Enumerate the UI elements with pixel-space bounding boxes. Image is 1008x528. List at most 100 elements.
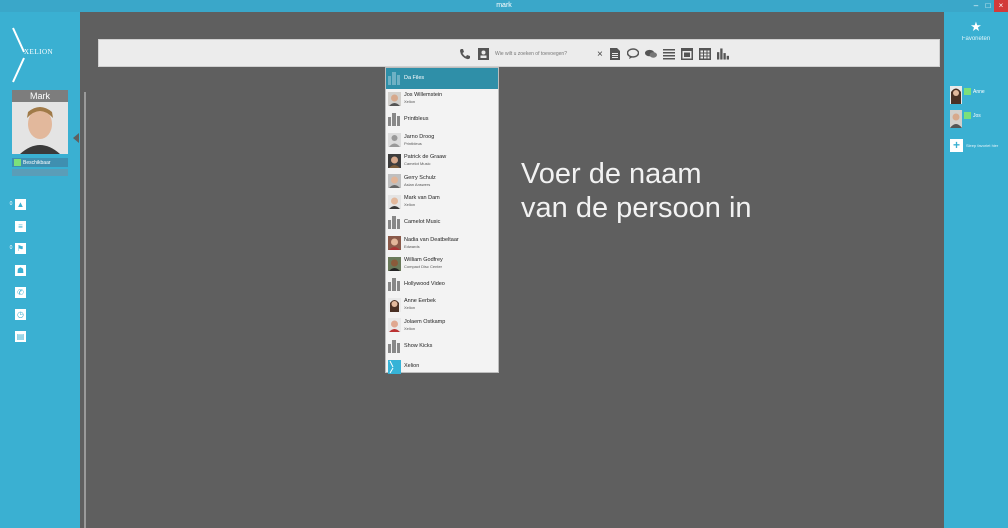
avatar	[950, 86, 962, 104]
xelion-logo-icon	[388, 359, 401, 374]
sidebar-item-notes[interactable]: ≡	[8, 218, 34, 234]
result-name: Anne Eerbek	[404, 298, 436, 305]
brand-wordmark: XELION	[24, 48, 54, 56]
list-item[interactable]: William Godfrey Compact Disc Center	[386, 253, 498, 274]
phone-icon[interactable]	[459, 47, 471, 61]
people-icon: ☗	[15, 264, 26, 276]
list-item[interactable]: Jarno Droog Printbleus	[386, 130, 498, 151]
status-badge[interactable]: Beschikbaar	[12, 158, 68, 167]
instruction-line-2: van de persoon in	[521, 192, 752, 224]
result-name: Patrick de Graaw	[404, 154, 447, 161]
sidebar-item-calendar[interactable]: ▤	[8, 328, 34, 344]
result-name: Da Files	[404, 74, 425, 81]
list-item[interactable]: Camelot Music	[386, 212, 498, 233]
result-name: Jarno Droog	[404, 133, 435, 140]
result-company: Edwards	[404, 243, 420, 249]
status-label: Beschikbaar	[23, 159, 51, 166]
contact-photo	[388, 236, 401, 251]
sidebar-item-people[interactable]: ☗	[8, 262, 34, 278]
search-input[interactable]	[495, 48, 597, 60]
window-controls: – □ ×	[970, 0, 1008, 12]
result-name: Camelot Music	[404, 218, 441, 225]
list-item[interactable]: Xelion	[386, 356, 498, 377]
favorites-title: Favorieten	[961, 36, 991, 42]
result-name: Show Kicks	[404, 342, 433, 349]
company-icon	[388, 339, 401, 354]
company-icon	[388, 112, 401, 127]
result-name: Hollywood Video	[404, 280, 445, 287]
list-item[interactable]: Mark van Dam Xelion	[386, 192, 498, 213]
contact-card-icon[interactable]	[477, 47, 489, 61]
favorite-name: Anne	[973, 89, 985, 95]
company-icon	[388, 71, 401, 86]
list-item[interactable]: Jos Willemstein Xelion	[386, 89, 498, 110]
instruction-text: Voer de naam van de persoon in	[521, 157, 851, 225]
add-favorite-button[interactable]: + Sleep favoriet hier	[950, 136, 1006, 154]
result-name: Mark van Dam	[404, 195, 440, 202]
list-item[interactable]: Gerry Schulz Asian Answers	[386, 171, 498, 192]
avatar[interactable]	[12, 102, 68, 154]
sidebar-item-flags[interactable]: 0 ⚑	[8, 240, 34, 256]
contact-photo	[388, 153, 401, 168]
sidebar-item-calls[interactable]: ✆	[8, 284, 34, 300]
user-panel[interactable]: Mark Beschikbaar	[12, 90, 68, 176]
chat-icon[interactable]	[626, 47, 639, 61]
close-button[interactable]: ×	[994, 0, 1008, 12]
document-icon[interactable]	[609, 47, 621, 61]
sidebar-item-history[interactable]: ◷	[8, 306, 34, 322]
search-toolbar: ×	[98, 39, 940, 67]
panel-divider[interactable]	[84, 92, 86, 528]
table-icon[interactable]	[698, 47, 711, 61]
result-name: Xelion	[404, 363, 420, 370]
contact-placeholder-icon	[388, 133, 401, 148]
nav-badge: 0	[9, 201, 13, 207]
collapse-arrow-icon[interactable]	[73, 133, 79, 143]
contact-photo	[388, 256, 401, 271]
chat-group-icon[interactable]	[644, 47, 657, 61]
status-dot	[14, 159, 21, 166]
company-icon	[388, 277, 401, 292]
minimize-button[interactable]: –	[970, 0, 982, 12]
result-name: Jos Willemstein	[404, 92, 443, 99]
search-results-dropdown: Da Files Jos Willemstein Xelion Printbleu…	[385, 67, 499, 374]
window-titlebar: mark – □ ×	[0, 0, 1008, 12]
list-item[interactable]: Show Kicks	[386, 336, 498, 357]
flag-icon: ⚑	[15, 242, 26, 254]
phone-icon: ✆	[15, 286, 26, 298]
list-icon[interactable]	[662, 47, 675, 61]
list-item[interactable]: Hollywood Video	[386, 274, 498, 295]
list-item[interactable]: Da Files	[386, 68, 498, 89]
result-company: Asian Answers	[404, 181, 431, 187]
calendar-icon[interactable]	[680, 47, 693, 61]
result-name: Printbleus	[404, 115, 429, 122]
xelion-logo-mark	[12, 27, 25, 83]
maximize-button[interactable]: □	[982, 0, 994, 12]
contact-photo	[388, 297, 401, 312]
result-company: Xelion	[404, 202, 416, 208]
sidebar-item-contacts[interactable]: 0 ▲	[8, 196, 34, 212]
xelion-logo: XELION	[10, 26, 70, 86]
result-company: Camelot Music	[404, 161, 431, 167]
list-item[interactable]: Anne Eerbek Xelion	[386, 295, 498, 316]
clear-search-icon[interactable]: ×	[597, 49, 603, 60]
list-item[interactable]: Nadia van Deatbeltaar Edwards	[386, 233, 498, 254]
result-company: Xelion	[404, 325, 416, 331]
result-name: Gerry Schulz	[404, 174, 436, 181]
toolbar-group: ×	[459, 40, 735, 68]
list-item[interactable]: Printbleus	[386, 109, 498, 130]
contact-photo	[388, 194, 401, 209]
list-item[interactable]: Patrick de Graaw Camelot Music	[386, 150, 498, 171]
history-icon: ◷	[15, 308, 26, 320]
result-name: William Godfrey	[404, 257, 443, 264]
favorite-item[interactable]: Anne	[950, 86, 1004, 106]
list-item[interactable]: Jolaem Ostkamp Xelion	[386, 315, 498, 336]
favorites-sidebar: ★ Favorieten Anne Jos + Sleep favoriet h…	[944, 12, 1008, 528]
company-icon	[388, 215, 401, 230]
bar-chart-icon[interactable]	[716, 47, 729, 61]
left-sidebar: XELION Mark Beschikbaar 0 ▲ ≡ 0 ⚑ ☗ ✆ ◷ …	[0, 12, 80, 528]
calendar-icon: ▤	[15, 330, 26, 342]
favorites-header: ★ Favorieten	[944, 12, 1008, 43]
favorite-item[interactable]: Jos	[950, 110, 1004, 130]
status-dot	[964, 112, 971, 119]
status-message-field[interactable]	[12, 169, 68, 176]
